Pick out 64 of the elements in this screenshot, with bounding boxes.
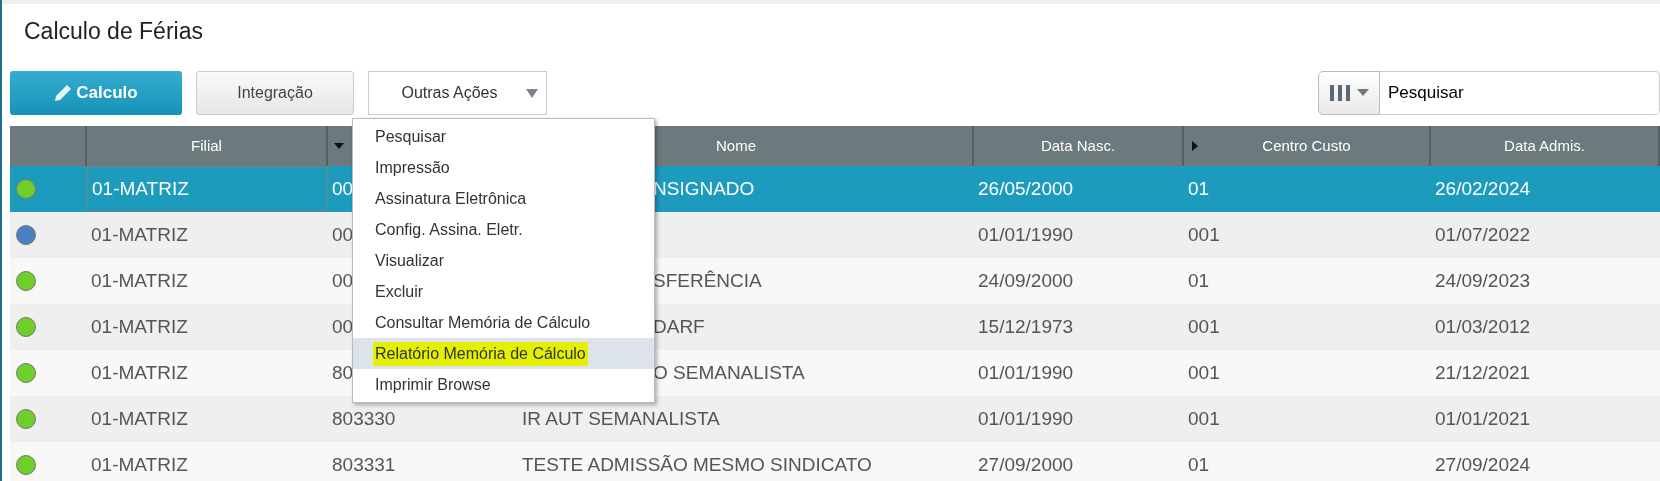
- column-header[interactable]: Centro Custo: [1262, 134, 1351, 158]
- caret-icon: [526, 89, 538, 98]
- table-cell-text: 26/05/2000: [978, 176, 1074, 201]
- dropdown-button[interactable]: Outras Ações: [368, 71, 547, 115]
- menu-item[interactable]: Relatório Memória de Cálculo: [353, 338, 654, 369]
- table-cell-text: 27/09/2000: [978, 452, 1074, 477]
- menu-item[interactable]: Pesquisar: [353, 121, 654, 152]
- sort-icon[interactable]: [334, 141, 344, 151]
- table-cell-text: 001: [1188, 360, 1220, 385]
- caret-icon: [1357, 89, 1369, 97]
- table-cell-text: 01-MATRIZ: [91, 222, 188, 247]
- menu-item[interactable]: Consultar Memória de Cálculo: [353, 307, 654, 338]
- table-cell-text: 01-MATRIZ: [91, 452, 188, 477]
- table-cell-text: 15/12/1973: [978, 314, 1074, 339]
- table-cell-text: NSIGNADO: [653, 176, 755, 201]
- menu-item[interactable]: Assinatura Eletrônica: [353, 183, 654, 214]
- table-cell-text: 001: [1188, 314, 1220, 339]
- table-cell-text: 803331: [332, 452, 396, 477]
- table-cell-text: 01: [1188, 452, 1210, 477]
- table-cell-text: SFERÊNCIA: [653, 268, 762, 293]
- table-cell-text: 01-MATRIZ: [91, 360, 188, 385]
- table-cell-text: 21/12/2021: [1435, 360, 1531, 385]
- table-cell-text: 01-MATRIZ: [92, 176, 189, 201]
- table-cell-text: 01/01/1990: [978, 222, 1074, 247]
- column-header[interactable]: Data Nasc.: [1040, 134, 1116, 158]
- table-cell-text: 01/01/2021: [1435, 406, 1531, 431]
- table-cell-text: 01/07/2022: [1435, 222, 1531, 247]
- pencil-icon: [54, 84, 73, 102]
- table-cell-text: 01/03/2012: [1435, 314, 1531, 339]
- search-field[interactable]: Pesquisar: [1380, 71, 1660, 115]
- columns-icon: [1329, 84, 1351, 102]
- table-cell-text: IR AUT SEMANALISTA: [522, 406, 720, 431]
- columns-button[interactable]: [1318, 71, 1380, 115]
- table-cell-text: 00: [332, 314, 354, 339]
- table-cell-text: 26/02/2024: [1435, 176, 1531, 201]
- table-cell-text: 24/09/2000: [978, 268, 1074, 293]
- table-cell-text: 001: [1188, 406, 1220, 431]
- table-cell-text: 01: [1188, 176, 1210, 201]
- table-cell-text: 24/09/2023: [1435, 268, 1531, 293]
- column-header[interactable]: Filial: [191, 134, 222, 158]
- menu-item[interactable]: Config. Assina. Eletr.: [353, 214, 654, 245]
- page-title: Calculo de Férias: [24, 17, 203, 46]
- integracao-button[interactable]: Integração: [196, 71, 354, 115]
- column-header[interactable]: Nome: [716, 134, 756, 158]
- table-cell-text: 001: [1188, 222, 1220, 247]
- menu-item[interactable]: Excluir: [353, 276, 654, 307]
- table-cell-text: 803330: [332, 406, 396, 431]
- table-cell-text: 01-MATRIZ: [91, 406, 188, 431]
- sort-icon[interactable]: [1190, 141, 1200, 151]
- table-cell-text: 27/09/2024: [1435, 452, 1531, 477]
- table-cell-text: DARF: [653, 314, 705, 339]
- column-header[interactable]: Data Admis.: [1504, 134, 1585, 158]
- table-cell-text: 00: [332, 176, 354, 201]
- table-row[interactable]: 01-MATRIZ 803331 TESTE ADMISSÃO MESMO SINDICATO 27/09/2000 01 27/09/2024: [10, 442, 1660, 481]
- table-cell-text: 01: [1188, 268, 1210, 293]
- table-cell-text: 01-MATRIZ: [91, 314, 188, 339]
- table-row[interactable]: 01-MATRIZ 803330 IR AUT SEMANALISTA 01/01/1990 001 01/01/2021: [10, 396, 1660, 442]
- table-cell-text: 01/01/1990: [978, 406, 1074, 431]
- table-cell-text: 80: [332, 360, 354, 385]
- table-cell-text: TESTE ADMISSÃO MESMO SINDICATO: [522, 452, 872, 477]
- table-cell-text: 00: [332, 268, 354, 293]
- table-cell-text: 00: [332, 222, 354, 247]
- table-cell-text: 01-MATRIZ: [91, 268, 188, 293]
- table-cell-text: 01/01/1990: [978, 360, 1074, 385]
